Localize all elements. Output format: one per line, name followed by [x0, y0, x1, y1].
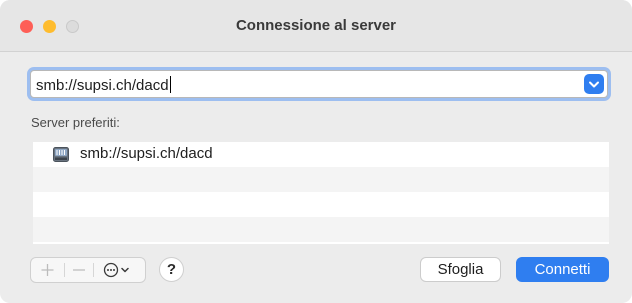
- add-favorite-button[interactable]: [31, 258, 64, 282]
- favorite-servers-label: Server preferiti:: [31, 115, 120, 130]
- window-title: Connessione al server: [235, 17, 397, 34]
- list-item-empty: [33, 192, 609, 217]
- favorite-servers-list[interactable]: smb://supsi.ch/dacd: [33, 142, 609, 244]
- title-bar: Connessione al server: [0, 0, 632, 52]
- server-address-field[interactable]: smb://supsi.ch/dacd: [30, 70, 608, 98]
- connect-to-server-window: Connessione al server smb://supsi.ch/dac…: [0, 0, 632, 303]
- connect-button[interactable]: Connetti: [516, 257, 609, 282]
- server-address-value[interactable]: smb://supsi.ch/dacd: [36, 76, 171, 94]
- plus-icon: [41, 264, 54, 276]
- remove-favorite-button[interactable]: [65, 258, 93, 282]
- favorites-edit-control: [30, 257, 146, 283]
- browse-button[interactable]: Sfoglia: [420, 257, 501, 282]
- list-item[interactable]: smb://supsi.ch/dacd: [33, 142, 609, 167]
- minus-icon: [73, 269, 85, 271]
- more-actions-button[interactable]: [94, 258, 145, 282]
- list-item-empty: [33, 217, 609, 242]
- chevron-down-icon: [589, 81, 599, 88]
- ellipsis-circle-icon: [103, 262, 129, 278]
- favorite-server-label: smb://supsi.ch/dacd: [80, 145, 213, 162]
- help-button[interactable]: ?: [159, 257, 184, 282]
- network-server-icon: [53, 147, 69, 162]
- text-caret: [169, 76, 171, 93]
- list-item-empty: [33, 167, 609, 192]
- recent-servers-dropdown-button[interactable]: [584, 74, 604, 94]
